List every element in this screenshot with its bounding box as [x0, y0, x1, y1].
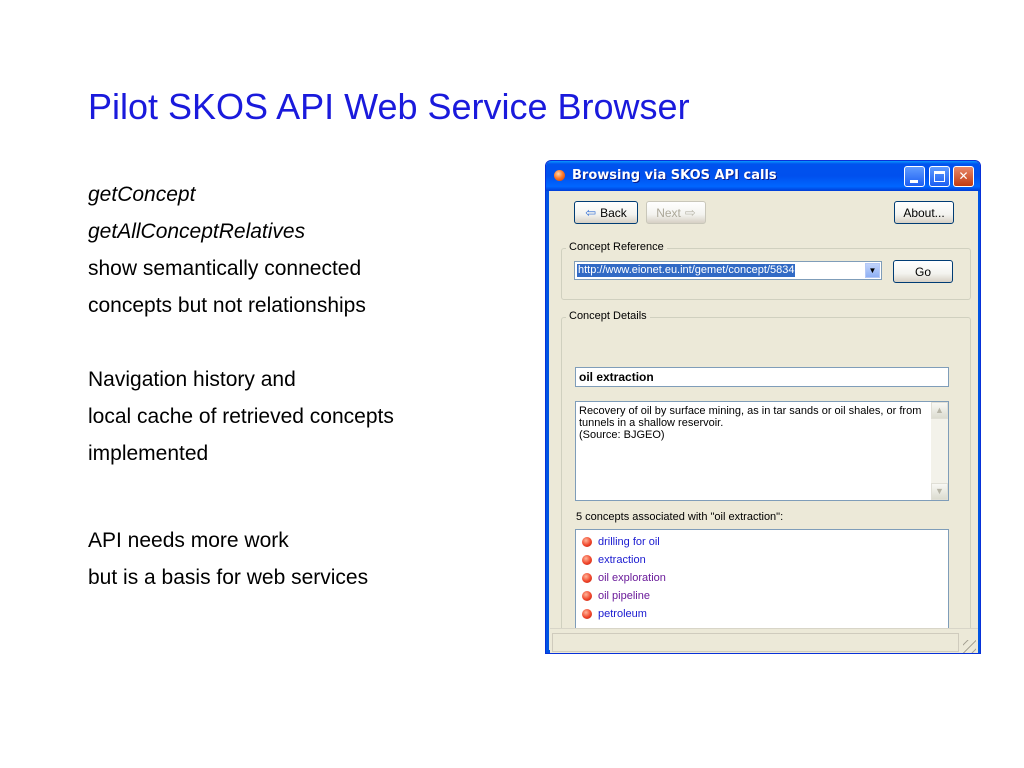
minimize-icon — [910, 180, 918, 183]
concept-bullet-icon — [582, 573, 592, 583]
minimize-button[interactable] — [904, 166, 925, 187]
list-item-label: extraction — [598, 554, 646, 566]
next-arrow-icon: ⇨ — [684, 204, 696, 220]
concept-reference-legend: Concept Reference — [566, 241, 667, 253]
concept-description-area[interactable]: Recovery of oil by surface mining, as in… — [575, 401, 949, 501]
slide-body: getConcept getAllConceptRelatives show s… — [88, 176, 528, 596]
concept-bullet-icon — [582, 591, 592, 601]
list-item[interactable]: drilling for oil — [576, 533, 948, 551]
bullet-line-5: Navigation history and — [88, 368, 296, 391]
concept-bullet-icon — [582, 537, 592, 547]
back-arrow-icon: ⇦ — [585, 204, 597, 220]
scroll-up-icon[interactable]: ▲ — [931, 402, 948, 419]
maximize-icon — [934, 171, 945, 182]
app-icon — [554, 170, 565, 181]
bullet-getconcept: getConcept — [88, 183, 196, 206]
bullet-line-6: local cache of retrieved concepts — [88, 405, 394, 428]
concept-name-field[interactable]: oil extraction — [575, 367, 949, 387]
associated-concepts-label: 5 concepts associated with "oil extracti… — [576, 511, 784, 523]
window-content: ⇦ Back Next ⇨ About... Concept Reference… — [550, 191, 978, 653]
concept-details-legend: Concept Details — [566, 310, 650, 322]
list-item-label: oil pipeline — [598, 590, 650, 602]
about-button[interactable]: About... — [894, 201, 954, 224]
maximize-button[interactable] — [929, 166, 950, 187]
bullet-line-7: implemented — [88, 442, 209, 465]
scroll-down-icon[interactable]: ▼ — [931, 483, 948, 500]
close-button[interactable]: ✕ — [953, 166, 974, 187]
go-button[interactable]: Go — [893, 260, 953, 283]
description-line: Recovery of oil by surface mining, as in… — [579, 405, 922, 417]
concept-bullet-icon — [582, 609, 592, 619]
back-label: Back — [600, 205, 627, 220]
skos-browser-window: Browsing via SKOS API calls ✕ ⇦ Back Nex… — [545, 160, 981, 654]
concept-url-combobox[interactable]: http://www.eionet.eu.int/gemet/concept/5… — [574, 261, 882, 280]
bullet-getallconceptrelatives: getAllConceptRelatives — [88, 220, 306, 243]
resize-grip-icon[interactable] — [963, 640, 976, 653]
associated-concepts-list: drilling for oil extraction oil explorat… — [575, 529, 949, 629]
list-item[interactable]: oil exploration — [576, 569, 948, 587]
list-item[interactable]: petroleum — [576, 605, 948, 623]
window-title: Browsing via SKOS API calls — [572, 168, 777, 183]
next-label: Next — [656, 205, 681, 220]
next-button[interactable]: Next ⇨ — [646, 201, 706, 224]
description-line: (Source: BJGEO) — [579, 429, 665, 441]
close-icon: ✕ — [958, 169, 969, 183]
concept-url-value: http://www.eionet.eu.int/gemet/concept/5… — [577, 264, 796, 277]
about-label: About... — [903, 205, 945, 220]
back-button[interactable]: ⇦ Back — [574, 201, 638, 224]
description-line: tunnels in a shallow reservoir. — [579, 417, 724, 429]
bullet-line-8: API needs more work — [88, 529, 289, 552]
list-item[interactable]: oil pipeline — [576, 587, 948, 605]
slide-title: Pilot SKOS API Web Service Browser — [88, 86, 690, 127]
bullet-line-4: concepts but not relationships — [88, 294, 366, 317]
bullet-line-9: but is a basis for web services — [88, 566, 369, 589]
bullet-line-3: show semantically connected — [88, 257, 362, 280]
list-item-label: drilling for oil — [598, 536, 660, 548]
concept-description-text: Recovery of oil by surface mining, as in… — [579, 405, 931, 441]
status-pane — [552, 633, 959, 652]
concept-bullet-icon — [582, 555, 592, 565]
title-bar[interactable]: Browsing via SKOS API calls ✕ — [546, 161, 980, 191]
status-bar — [550, 628, 978, 653]
list-item[interactable]: extraction — [576, 551, 948, 569]
chevron-down-icon[interactable]: ▼ — [865, 263, 880, 278]
list-item-label: oil exploration — [598, 572, 666, 584]
go-label: Go — [914, 264, 931, 279]
description-scrollbar[interactable]: ▲ ▼ — [931, 402, 948, 500]
list-item-label: petroleum — [598, 608, 647, 620]
